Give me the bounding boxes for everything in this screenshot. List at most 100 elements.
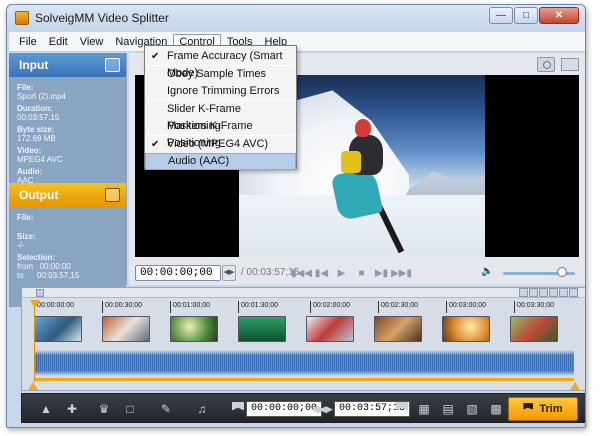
zoom-out-icon[interactable] bbox=[539, 288, 548, 297]
delete-marker-icon[interactable]: ✚ bbox=[64, 401, 80, 417]
thumbnail[interactable] bbox=[238, 316, 286, 342]
folder-icon[interactable] bbox=[561, 58, 579, 71]
thumbnail[interactable] bbox=[170, 316, 218, 342]
close-button[interactable]: ✕ bbox=[539, 7, 579, 24]
skier-backpack bbox=[341, 151, 361, 173]
step-forward-icon[interactable]: ▶▮ bbox=[373, 265, 390, 281]
playhead-marker[interactable] bbox=[30, 300, 40, 308]
output-to: to 00:03:57,15 bbox=[17, 271, 126, 280]
comment-icon[interactable]: □ bbox=[122, 401, 138, 417]
current-time-field[interactable]: 00:00:00;00 bbox=[135, 265, 221, 281]
thumbnail-strip bbox=[34, 316, 574, 344]
input-info: File: Sport (2).mp4 Duration: 00:03:57.1… bbox=[9, 77, 126, 185]
menu-item-slider-kframe[interactable]: Slider K-Frame Positioning bbox=[145, 101, 296, 132]
split-icon[interactable]: ▧ bbox=[464, 401, 480, 417]
checkmark-icon: ✔ bbox=[151, 139, 160, 150]
volume-icon[interactable]: 🔈 bbox=[481, 266, 493, 277]
to-label: to bbox=[17, 271, 24, 280]
tick-label: 00:01:30;00 bbox=[238, 301, 278, 313]
input-duration-value: 00:03:57.15 bbox=[17, 113, 60, 122]
zoom-fit-icon[interactable] bbox=[549, 288, 558, 297]
input-file-label: File: bbox=[17, 83, 34, 92]
output-header[interactable]: Output bbox=[9, 183, 126, 207]
zoom-full-icon[interactable] bbox=[559, 288, 568, 297]
camera-icon[interactable] bbox=[537, 57, 555, 72]
thumbnail[interactable] bbox=[34, 316, 82, 342]
menu-file[interactable]: File bbox=[13, 34, 43, 50]
window-controls: — □ ✕ bbox=[489, 7, 579, 24]
minimize-button[interactable]: — bbox=[489, 7, 513, 24]
selection-bar[interactable] bbox=[34, 378, 574, 381]
save-icon[interactable] bbox=[105, 188, 120, 202]
next-keyframe-icon[interactable]: ▶▶▮ bbox=[391, 265, 412, 281]
add-marker-icon[interactable]: ▲ bbox=[38, 401, 54, 417]
volume-knob[interactable] bbox=[557, 267, 567, 277]
title-bar: SolveigMM Video Splitter — □ ✕ bbox=[7, 5, 585, 31]
thumbnail[interactable] bbox=[442, 316, 490, 342]
menu-item-audio-stream[interactable]: Audio (AAC) bbox=[145, 153, 296, 170]
from-label: from bbox=[17, 262, 33, 271]
start-flag-icon[interactable] bbox=[232, 402, 244, 411]
input-duration-label: Duration: bbox=[17, 104, 53, 113]
end-spin-icon[interactable]: ◀▶ bbox=[318, 401, 334, 417]
film-icon[interactable]: ▦ bbox=[416, 401, 432, 417]
scroll-left-button[interactable] bbox=[36, 289, 44, 297]
menu-bar: File Edit View Navigation Control Tools … bbox=[9, 32, 585, 52]
thumbnail[interactable] bbox=[306, 316, 354, 342]
tick-label: 00:03:30;00 bbox=[514, 301, 554, 313]
start-marker[interactable] bbox=[28, 382, 38, 390]
export-icon[interactable]: ▩ bbox=[488, 401, 504, 417]
tick-label: 00:01:00;00 bbox=[170, 301, 210, 313]
output-header-label: Output bbox=[19, 188, 59, 202]
zoom-in-icon[interactable] bbox=[529, 288, 538, 297]
menu-item-markers-kframe[interactable]: Markers K-Frame Positioning bbox=[145, 118, 296, 149]
edit-icon[interactable]: ✎ bbox=[158, 401, 174, 417]
time-spinner-icon[interactable]: ◀▶ bbox=[222, 265, 236, 281]
play-icon[interactable]: ▶ bbox=[333, 265, 350, 281]
time-ruler[interactable]: 00:00:00:00 00:00:30;00 00:01:00;00 00:0… bbox=[22, 299, 585, 313]
step-back-icon[interactable]: ▮◀ bbox=[313, 265, 330, 281]
end-marker[interactable] bbox=[570, 382, 580, 390]
prev-keyframe-icon[interactable]: ▮◀◀ bbox=[291, 265, 312, 281]
output-size-label: Size: bbox=[17, 232, 36, 241]
input-size-label: Byte size: bbox=[17, 125, 55, 134]
input-size-value: 172.69 MB bbox=[17, 134, 56, 143]
thumbnail[interactable] bbox=[102, 316, 150, 342]
input-header[interactable]: Input bbox=[9, 53, 126, 77]
stop-icon[interactable]: ■ bbox=[353, 265, 370, 281]
menu-item-video-stream[interactable]: ✔ Video (MPEG4 AVC) bbox=[145, 136, 296, 153]
playback-controls: ▮◀◀ ▮◀ ▶ ■ ▶▮ ▶▶▮ bbox=[291, 265, 412, 281]
bottom-toolbar: ▲ ✚ ♛ □ ✎ ♫ 00:00:00;00 ◀▶ ◀▶ 00:03:57;1… bbox=[21, 393, 585, 423]
zoom-next-icon[interactable] bbox=[569, 288, 578, 297]
zoom-controls bbox=[519, 288, 578, 297]
menu-item-label: Video (MPEG4 AVC) bbox=[167, 138, 269, 150]
cut-icon[interactable]: ▤ bbox=[440, 401, 456, 417]
info-panel: Input File: Sport (2).mp4 Duration: 00:0… bbox=[9, 53, 127, 307]
tick-label: 00:02:00;00 bbox=[310, 301, 350, 313]
menu-item-ignore-trimming-errors[interactable]: Ignore Trimming Errors bbox=[145, 83, 296, 100]
thumb-up-icon[interactable]: ♛ bbox=[96, 401, 112, 417]
input-audio-label: Audio: bbox=[17, 167, 43, 176]
mute-icon[interactable]: ♫ bbox=[194, 401, 210, 417]
checkmark-icon: ✔ bbox=[151, 51, 160, 62]
skier-helmet bbox=[355, 119, 371, 137]
menu-view[interactable]: View bbox=[74, 34, 110, 50]
app-icon bbox=[15, 11, 29, 25]
trim-button[interactable]: Trim bbox=[508, 397, 578, 421]
tick-label: 00:03:00;00 bbox=[446, 301, 486, 313]
window-title: SolveigMM Video Splitter bbox=[35, 11, 169, 25]
thumbnail[interactable] bbox=[510, 316, 558, 342]
trim-flag-icon bbox=[523, 403, 534, 410]
tick-label: 00:02:30;00 bbox=[378, 301, 418, 313]
menu-item-frame-accuracy[interactable]: ✔ Frame Accuracy (Smart Mode) bbox=[145, 48, 296, 79]
zoom-prev-icon[interactable] bbox=[519, 288, 528, 297]
maximize-button[interactable]: □ bbox=[514, 7, 538, 24]
input-header-label: Input bbox=[19, 58, 49, 72]
input-tray-icon[interactable] bbox=[105, 58, 120, 72]
output-file-label: File: bbox=[17, 213, 34, 222]
timeline-scrollbar[interactable] bbox=[22, 288, 585, 298]
menu-item-obey-sample-times[interactable]: Obey Sample Times bbox=[145, 66, 296, 83]
menu-item-label: Ignore Trimming Errors bbox=[167, 85, 280, 97]
menu-edit[interactable]: Edit bbox=[43, 34, 74, 50]
thumbnail[interactable] bbox=[374, 316, 422, 342]
